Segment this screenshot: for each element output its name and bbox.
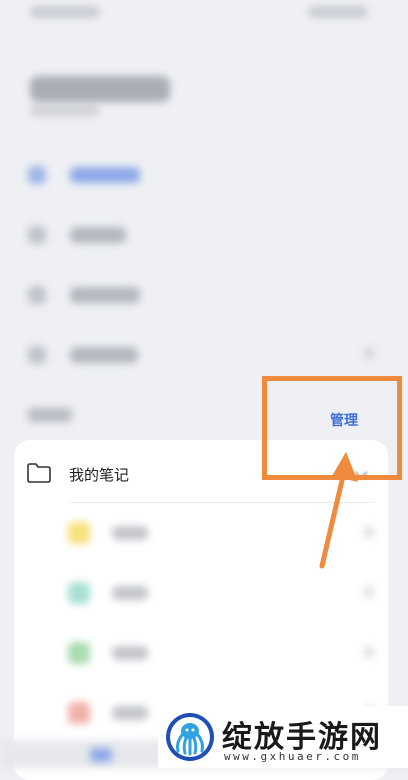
menu-icon <box>28 346 46 364</box>
my-notes-folder[interactable]: 我的笔记 <box>14 454 388 494</box>
notebook-color-icon <box>68 642 90 664</box>
notebook-color-icon <box>68 522 90 544</box>
octopus-logo-icon <box>166 713 214 761</box>
chevron-down-icon <box>354 471 368 480</box>
list-item-count <box>364 646 374 658</box>
list-item-label <box>112 586 148 600</box>
list-item-label <box>112 526 148 540</box>
chevron-icon <box>364 348 374 358</box>
bottom-tab-icon[interactable] <box>90 748 112 762</box>
list-item-label <box>112 646 148 660</box>
list-item-count <box>364 586 374 598</box>
notebook-color-icon <box>68 582 90 604</box>
menu-icon <box>28 166 46 184</box>
menu-label <box>70 167 140 183</box>
status-time <box>30 6 100 18</box>
list-item[interactable] <box>14 512 388 552</box>
watermark-url: www.gxhuaer.com <box>224 750 361 763</box>
manage-button[interactable]: 管理 <box>330 410 358 430</box>
menu-item-2[interactable] <box>0 214 408 254</box>
menu-label <box>70 347 138 363</box>
page-title <box>30 76 170 102</box>
page-subtitle <box>30 106 100 116</box>
menu-item-4[interactable] <box>0 334 408 374</box>
watermark: 绽放手游网 www.gxhuaer.com <box>158 706 408 768</box>
status-bar <box>0 0 408 30</box>
list-item-label <box>112 706 148 720</box>
menu-icon <box>28 226 46 244</box>
menu-icon <box>28 286 46 304</box>
menu-item-1[interactable] <box>0 154 408 194</box>
list-item[interactable] <box>14 632 388 672</box>
notebook-color-icon <box>68 702 90 724</box>
menu-item-3[interactable] <box>0 274 408 314</box>
section-label <box>28 408 72 422</box>
menu-label <box>70 287 140 303</box>
my-notes-label: 我的笔记 <box>69 466 130 484</box>
divider <box>69 502 374 503</box>
menu-label <box>70 227 126 243</box>
list-item[interactable] <box>14 572 388 612</box>
status-icons <box>308 6 368 18</box>
folder-icon <box>27 463 51 483</box>
list-item-count <box>364 526 374 538</box>
